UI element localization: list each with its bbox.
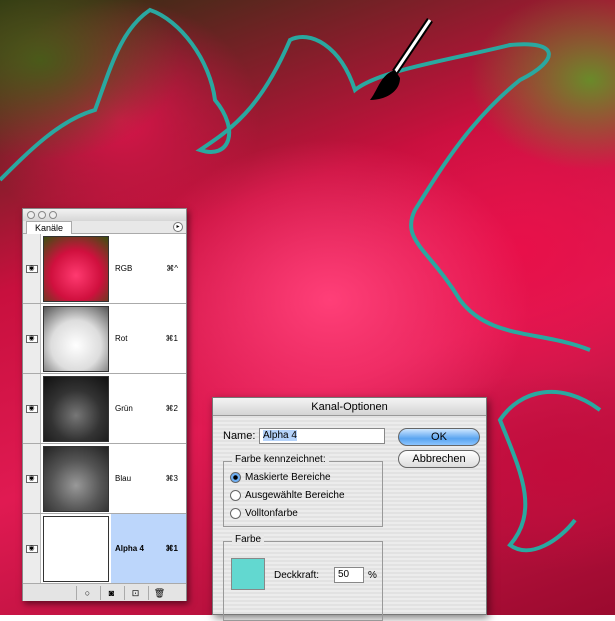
dialog-title: Kanal-Optionen (213, 398, 486, 416)
radio-button[interactable] (230, 471, 241, 483)
radio-label: Maskierte Bereiche (245, 471, 331, 483)
cancel-button[interactable]: Abbrechen (398, 450, 480, 468)
close-button[interactable] (27, 211, 35, 219)
channel-thumbnail (43, 375, 109, 442)
color-group: Farbe Deckkraft: 50 % (223, 534, 383, 621)
radio-option[interactable]: Maskierte Bereiche (224, 468, 382, 486)
tab-channels[interactable]: Kanäle (26, 221, 73, 234)
channel-thumbnail (43, 445, 109, 512)
channel-options-dialog: Kanal-Optionen Name: Alpha 4 OK Abbreche… (212, 397, 487, 621)
channel-shortcut: ⌘1 (165, 544, 178, 553)
channel-shortcut: ⌘^ (166, 264, 178, 273)
channel-name: Alpha 4 (115, 544, 144, 553)
opacity-label: Deckkraft: (274, 570, 320, 581)
minimize-button[interactable] (38, 211, 46, 219)
radio-option[interactable]: Volltonfarbe (224, 504, 382, 522)
channel-name: Blau (115, 474, 132, 483)
channel-shortcut: ⌘3 (165, 474, 178, 483)
color-indicates-group: Farbe kennzeichnet: Maskierte Bereiche Au… (223, 454, 383, 527)
channel-row[interactable]: ◉ Blau ⌘3 (23, 444, 186, 514)
brush-icon (370, 18, 433, 100)
channel-name: Rot (115, 334, 128, 343)
channel-name: Grün (115, 404, 133, 413)
channel-thumbnail (43, 305, 109, 372)
channel-thumbnail (43, 515, 109, 582)
channel-row[interactable]: ◉ Rot ⌘1 (23, 304, 186, 374)
channel-row[interactable]: ◉ Alpha 4 ⌘1 (23, 514, 186, 584)
eye-icon[interactable]: ◉ (25, 474, 38, 483)
zoom-button[interactable] (49, 211, 57, 219)
eye-icon[interactable]: ◉ (25, 264, 38, 273)
radio-button[interactable] (230, 489, 241, 501)
radio-label: Volltonfarbe (245, 507, 298, 519)
save-selection-button[interactable]: ◙ (100, 585, 122, 600)
ok-button[interactable]: OK (398, 428, 480, 446)
group-label: Farbe (232, 534, 265, 545)
radio-label: Ausgewählte Bereiche (245, 489, 345, 501)
channel-row[interactable]: ◉ Grün ⌘2 (23, 374, 186, 444)
percent-label: % (368, 570, 377, 581)
radio-button[interactable] (230, 507, 241, 519)
channel-thumbnail (43, 235, 109, 302)
channel-shortcut: ⌘2 (165, 404, 178, 413)
channel-shortcut: ⌘1 (165, 334, 178, 343)
delete-channel-button[interactable]: 🗑 (148, 585, 170, 600)
eye-icon[interactable]: ◉ (25, 334, 38, 343)
load-selection-button[interactable]: ○ (76, 585, 98, 600)
panel-menu-icon[interactable]: ▸ (173, 222, 183, 232)
new-channel-button[interactable]: ⊡ (124, 585, 146, 600)
channel-name: RGB (115, 264, 133, 273)
name-label: Name: (223, 430, 256, 442)
eye-icon[interactable]: ◉ (25, 404, 38, 413)
radio-option[interactable]: Ausgewählte Bereiche (224, 486, 382, 504)
opacity-input[interactable]: 50 (334, 567, 364, 583)
name-value: Alpha 4 (263, 430, 297, 441)
eye-icon[interactable]: ◉ (25, 544, 38, 553)
group-label: Farbe kennzeichnet: (232, 454, 329, 465)
panel-titlebar[interactable] (23, 209, 186, 221)
color-swatch[interactable] (231, 558, 265, 590)
channel-row[interactable]: ◉ RGB ⌘^ (23, 234, 186, 304)
channels-panel: Kanäle ▸ ◉ RGB ⌘^ ◉ Rot ⌘1 ◉ Grün ⌘2 ◉ Blau ⌘3 ◉… (22, 208, 187, 601)
name-input[interactable]: Alpha 4 (259, 428, 385, 444)
